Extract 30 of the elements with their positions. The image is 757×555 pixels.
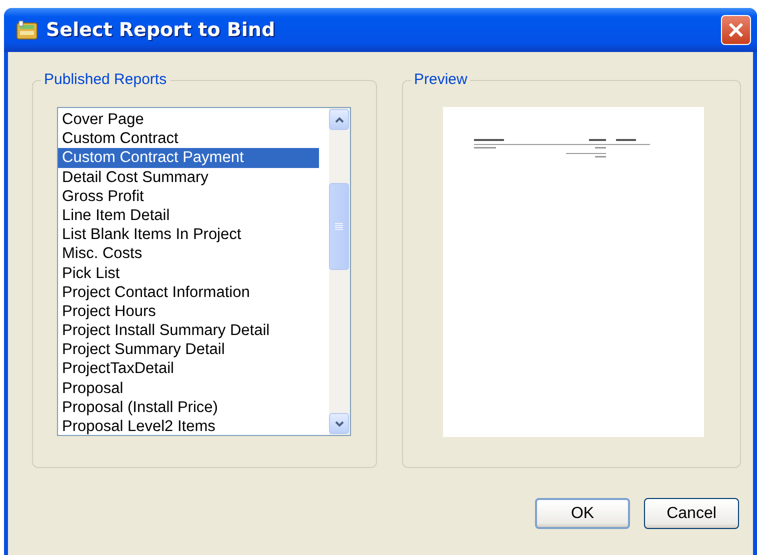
list-item[interactable]: Project Contact Information <box>58 282 319 302</box>
chevron-up-icon <box>334 116 344 122</box>
ok-button[interactable]: OK <box>535 498 630 529</box>
list-item[interactable]: Custom Contract Payment <box>58 148 319 168</box>
list-item[interactable]: Project Hours <box>58 302 319 322</box>
list-item[interactable]: Line Item Detail <box>58 206 319 226</box>
scrollbar-thumb[interactable] <box>329 183 349 270</box>
list-item[interactable]: Proposal (Install Price) <box>58 398 319 417</box>
scroll-up-button[interactable] <box>329 109 349 130</box>
app-icon <box>16 20 38 40</box>
close-button[interactable] <box>721 15 751 45</box>
close-icon <box>728 22 744 38</box>
list-item[interactable]: Misc. Costs <box>58 244 319 264</box>
list-item[interactable]: ProjectTaxDetail <box>58 359 319 379</box>
list-item[interactable]: Project Summary Detail <box>58 340 319 360</box>
chevron-down-icon <box>334 420 344 426</box>
list-item[interactable]: Detail Cost Summary <box>58 168 319 187</box>
list-item[interactable]: Gross Profit <box>58 186 319 206</box>
group-label: Published Reports <box>41 71 170 89</box>
list-item[interactable]: Proposal <box>58 378 319 398</box>
window-title: Select Report to Bind <box>46 19 276 41</box>
list-item[interactable]: Cover Page <box>58 110 319 130</box>
list-item[interactable]: Pick List <box>58 264 319 283</box>
list-item[interactable]: Custom Contract <box>58 129 319 148</box>
grip-icon <box>335 223 343 230</box>
cancel-button[interactable]: Cancel <box>644 498 739 529</box>
list-item[interactable]: List Blank Items In Project <box>58 225 319 244</box>
list-item[interactable]: Proposal Level2 Items <box>58 417 319 435</box>
list-item[interactable]: Project Install Summary Detail <box>58 321 319 340</box>
scroll-down-button[interactable] <box>329 413 349 434</box>
